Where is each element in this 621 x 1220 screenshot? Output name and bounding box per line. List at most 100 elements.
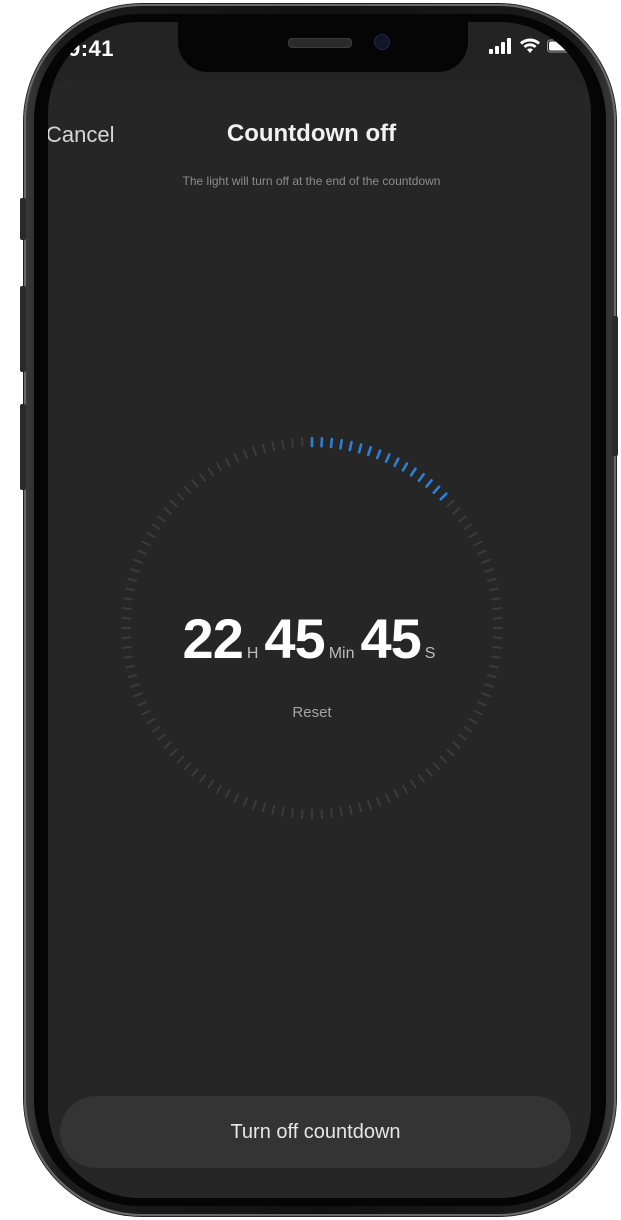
track-tick <box>169 499 178 508</box>
track-tick <box>137 549 147 555</box>
track-tick <box>446 748 455 757</box>
track-tick <box>291 438 294 448</box>
track-tick <box>133 558 144 564</box>
track-tick <box>130 683 140 688</box>
wifi-icon <box>520 38 540 53</box>
track-tick <box>216 462 222 472</box>
track-tick <box>123 597 134 601</box>
screen: 9:41 Cancel Countdown off The light will… <box>48 22 591 1198</box>
hours-unit: H <box>246 645 259 662</box>
track-tick <box>191 768 199 777</box>
track-tick <box>242 449 248 460</box>
track-tick <box>157 733 166 741</box>
track-tick <box>183 762 192 771</box>
track-tick <box>339 806 343 817</box>
track-tick <box>191 479 199 488</box>
volume-up-button <box>20 286 26 372</box>
track-tick <box>425 768 433 777</box>
progress-tick <box>339 439 344 450</box>
track-tick <box>432 762 441 771</box>
progress-tick <box>417 472 425 483</box>
track-tick <box>199 473 207 482</box>
track-tick <box>176 492 185 501</box>
track-tick <box>130 568 140 573</box>
track-tick <box>163 741 172 749</box>
track-tick <box>146 532 156 538</box>
track-tick <box>376 796 382 807</box>
track-tick <box>252 446 257 456</box>
track-tick <box>480 558 491 564</box>
track-tick <box>402 784 408 794</box>
progress-tick <box>432 485 441 495</box>
track-tick <box>133 692 144 698</box>
track-tick <box>163 507 172 515</box>
mute-switch <box>20 198 26 240</box>
track-tick <box>484 568 494 573</box>
phone-device: 9:41 Cancel Countdown off The light will… <box>0 0 621 1220</box>
track-tick <box>358 802 363 813</box>
track-tick <box>233 453 239 463</box>
track-tick <box>261 443 266 454</box>
track-tick <box>291 808 294 818</box>
page-subtitle: The light will turn off at the end of th… <box>182 174 441 188</box>
track-tick <box>463 523 473 530</box>
track-tick <box>490 597 501 601</box>
turn-off-countdown-button[interactable]: Turn off countdown <box>60 1096 571 1168</box>
track-tick <box>348 805 353 815</box>
reset-button[interactable]: Reset <box>116 704 508 721</box>
progress-tick <box>329 437 334 449</box>
track-tick <box>393 789 400 799</box>
track-tick <box>151 523 161 530</box>
progress-tick <box>384 453 391 464</box>
track-tick <box>458 515 467 523</box>
track-tick <box>281 806 285 817</box>
track-tick <box>183 485 192 494</box>
track-tick <box>176 755 185 764</box>
track-tick <box>224 789 231 799</box>
track-tick <box>417 774 425 783</box>
track-tick <box>330 808 333 818</box>
track-tick <box>157 515 166 523</box>
volume-down-button <box>20 404 26 490</box>
track-tick <box>261 802 266 813</box>
track-tick <box>486 577 497 582</box>
track-tick <box>452 741 461 749</box>
seconds-value: 45 <box>360 607 421 670</box>
progress-tick <box>357 443 363 454</box>
speaker <box>288 38 352 48</box>
track-tick <box>127 577 138 582</box>
notch <box>178 22 468 72</box>
countdown-dial[interactable]: 22 H 45 Min 45 S Reset <box>116 432 508 824</box>
track-tick <box>224 457 231 467</box>
progress-tick <box>439 492 448 501</box>
track-tick <box>480 692 491 698</box>
track-tick <box>252 800 257 810</box>
progress-tick <box>401 462 409 472</box>
track-tick <box>452 507 461 515</box>
track-tick <box>271 805 276 815</box>
track-tick <box>271 441 276 451</box>
progress-tick <box>393 457 400 468</box>
minutes-unit: Min <box>328 645 355 662</box>
track-tick <box>486 674 497 679</box>
track-tick <box>281 439 285 450</box>
track-tick <box>439 755 448 764</box>
battery-icon <box>547 39 576 53</box>
front-camera <box>374 34 390 50</box>
status-icons <box>489 38 577 54</box>
progress-tick <box>366 446 373 457</box>
track-tick <box>216 784 222 794</box>
seconds-unit: S <box>424 645 436 662</box>
hours-value: 22 <box>182 607 244 670</box>
track-tick <box>473 540 483 547</box>
track-tick <box>367 800 372 810</box>
track-tick <box>410 779 417 789</box>
track-tick <box>233 793 239 803</box>
track-tick <box>169 748 178 757</box>
page-title: Countdown off <box>226 120 397 147</box>
progress-tick <box>425 479 433 488</box>
progress-tick <box>409 467 417 477</box>
progress-tick <box>375 449 382 460</box>
track-tick <box>127 674 138 679</box>
track-tick <box>242 796 248 807</box>
